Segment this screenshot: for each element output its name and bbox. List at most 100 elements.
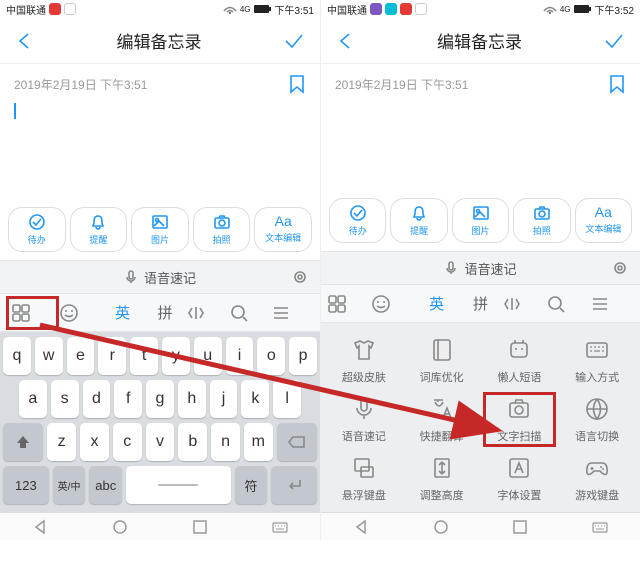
- tool-todo[interactable]: 待办: [329, 198, 386, 243]
- note-timestamp: 2019年2月19日 下午3:51: [14, 76, 147, 93]
- nav-recent-icon[interactable]: [192, 519, 208, 535]
- tg-scan[interactable]: 文字扫描: [483, 392, 557, 447]
- kb-lang-tab[interactable]: 英: [101, 302, 144, 323]
- nav-keyboard-icon[interactable]: [592, 519, 608, 535]
- tg-font[interactable]: 字体设置: [483, 451, 557, 506]
- page-title: 编辑备忘录: [437, 28, 522, 53]
- key-symbol[interactable]: 符: [235, 466, 268, 504]
- key-x[interactable]: x: [80, 423, 109, 461]
- network-icon: 4G: [240, 5, 251, 14]
- key-p[interactable]: p: [289, 337, 317, 375]
- tool-camera[interactable]: 拍照: [513, 198, 570, 243]
- key-m[interactable]: m: [244, 423, 273, 461]
- android-nav: [0, 512, 320, 540]
- tg-voice[interactable]: 语音速记: [327, 392, 401, 447]
- editor-area[interactable]: [321, 98, 640, 192]
- key-n[interactable]: n: [211, 423, 240, 461]
- tg-dict[interactable]: 词库优化: [405, 333, 479, 388]
- key-123[interactable]: 123: [3, 466, 49, 504]
- tg-game[interactable]: 游戏键盘: [560, 451, 634, 506]
- kb-mode-tab[interactable]: 拼: [459, 293, 503, 314]
- kb-cursor-icon[interactable]: [186, 303, 229, 323]
- tg-height[interactable]: 调整高度: [405, 451, 479, 506]
- kb-emoji-icon[interactable]: [59, 303, 102, 323]
- key-f[interactable]: f: [114, 380, 142, 418]
- tg-translate[interactable]: 快捷翻译: [405, 392, 479, 447]
- key-enter[interactable]: [271, 466, 317, 504]
- status-app-icon: [400, 3, 412, 15]
- key-backspace[interactable]: [277, 423, 317, 461]
- voice-note-bar[interactable]: 语音速记: [321, 251, 640, 285]
- tool-todo[interactable]: 待办: [8, 207, 66, 252]
- key-h[interactable]: h: [178, 380, 206, 418]
- tool-remind[interactable]: 提醒: [70, 207, 128, 252]
- tg-float[interactable]: 悬浮键盘: [327, 451, 401, 506]
- bookmark-icon[interactable]: [608, 74, 626, 94]
- key-w[interactable]: w: [35, 337, 63, 375]
- tool-textedit[interactable]: Aa 文本编辑: [575, 198, 632, 243]
- back-icon[interactable]: [335, 30, 357, 52]
- key-l[interactable]: l: [273, 380, 301, 418]
- tool-camera[interactable]: 拍照: [193, 207, 251, 252]
- key-c[interactable]: c: [113, 423, 142, 461]
- key-e[interactable]: e: [67, 337, 95, 375]
- key-shift[interactable]: [3, 423, 43, 461]
- nav-home-icon[interactable]: [112, 519, 128, 535]
- kb-menu-icon[interactable]: [6, 296, 59, 330]
- bookmark-icon[interactable]: [288, 74, 306, 94]
- key-o[interactable]: o: [257, 337, 285, 375]
- tool-textedit[interactable]: Aa 文本编辑: [254, 207, 312, 252]
- kb-search-icon[interactable]: [546, 294, 590, 314]
- status-bar: 中国联通 4G 下午3:52: [321, 0, 640, 18]
- tg-input-method[interactable]: 输入方式: [560, 333, 634, 388]
- key-z[interactable]: z: [47, 423, 76, 461]
- kb-more-icon[interactable]: [590, 294, 634, 314]
- key-k[interactable]: k: [241, 380, 269, 418]
- tool-remind[interactable]: 提醒: [390, 198, 447, 243]
- battery-icon: [254, 5, 272, 14]
- confirm-icon[interactable]: [282, 29, 306, 53]
- gear-icon[interactable]: [612, 260, 628, 276]
- nav-recent-icon[interactable]: [512, 519, 528, 535]
- kb-cursor-icon[interactable]: [502, 294, 546, 314]
- nav-keyboard-icon[interactable]: [272, 519, 288, 535]
- kb-more-icon[interactable]: [271, 303, 314, 323]
- editor-area[interactable]: [0, 98, 320, 201]
- key-b[interactable]: b: [178, 423, 207, 461]
- key-v[interactable]: v: [146, 423, 175, 461]
- kb-menu-icon[interactable]: [327, 294, 371, 314]
- tg-langswitch[interactable]: 语言切换: [560, 392, 634, 447]
- nav-back-icon[interactable]: [353, 519, 369, 535]
- key-a[interactable]: a: [19, 380, 47, 418]
- tool-image[interactable]: 图片: [452, 198, 509, 243]
- confirm-icon[interactable]: [602, 29, 626, 53]
- key-space[interactable]: [126, 466, 231, 504]
- gear-icon[interactable]: [292, 269, 308, 285]
- kb-lang-tab[interactable]: 英: [415, 293, 459, 314]
- key-u[interactable]: u: [194, 337, 222, 375]
- key-langswitch[interactable]: 英/中: [53, 466, 86, 504]
- wifi-icon: [543, 4, 557, 14]
- nav-home-icon[interactable]: [433, 519, 449, 535]
- key-d[interactable]: d: [83, 380, 111, 418]
- tg-skin[interactable]: 超级皮肤: [327, 333, 401, 388]
- key-r[interactable]: r: [98, 337, 126, 375]
- status-app-icon: [370, 3, 382, 15]
- key-j[interactable]: j: [210, 380, 238, 418]
- key-g[interactable]: g: [146, 380, 174, 418]
- voice-note-bar[interactable]: 语音速记: [0, 260, 320, 294]
- key-i[interactable]: i: [226, 337, 254, 375]
- kb-search-icon[interactable]: [229, 303, 272, 323]
- tool-image[interactable]: 图片: [131, 207, 189, 252]
- mic-icon: [124, 270, 138, 284]
- key-abc[interactable]: abc: [89, 466, 122, 504]
- key-q[interactable]: q: [3, 337, 31, 375]
- key-t[interactable]: t: [130, 337, 158, 375]
- kb-emoji-icon[interactable]: [371, 294, 415, 314]
- key-y[interactable]: y: [162, 337, 190, 375]
- back-icon[interactable]: [14, 30, 36, 52]
- tg-lazy[interactable]: 懒人短语: [483, 333, 557, 388]
- key-s[interactable]: s: [51, 380, 79, 418]
- nav-back-icon[interactable]: [32, 519, 48, 535]
- kb-mode-tab[interactable]: 拼: [144, 302, 187, 323]
